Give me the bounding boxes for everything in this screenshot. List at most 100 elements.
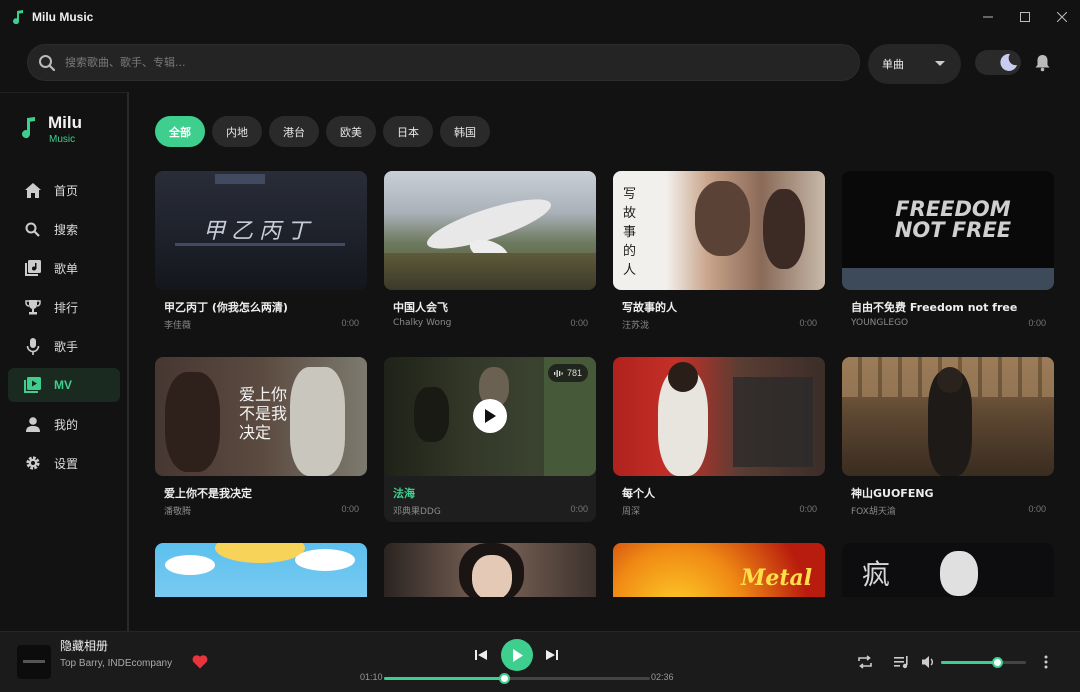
heart-icon[interactable] — [192, 654, 208, 669]
close-button[interactable] — [1043, 0, 1080, 34]
sidebar-item-playlist[interactable]: 歌单 — [8, 251, 120, 285]
view-count-badge: 781 — [547, 364, 588, 382]
mv-title[interactable]: 神山GUOFENG — [851, 485, 1051, 501]
sidebar-item-home[interactable]: 首页 — [8, 173, 120, 207]
maximize-icon — [1019, 12, 1030, 22]
play-button[interactable] — [501, 639, 533, 671]
mv-thumbnail[interactable]: 写故事的人 — [613, 171, 825, 290]
mv-thumbnail[interactable] — [384, 543, 596, 597]
thumbnail-caption: 写故事的人 — [623, 187, 637, 278]
mv-title[interactable]: 爱上你不是我决定 — [164, 485, 364, 501]
search-bar[interactable] — [27, 44, 860, 81]
mv-card[interactable]: 爱上你不是我决定 爱上你不是我决定 潘敬腾 0:00 — [155, 357, 367, 522]
search-type-select[interactable]: 单曲 — [868, 44, 961, 84]
mv-thumbnail[interactable] — [155, 543, 367, 597]
volume-icon[interactable] — [922, 654, 935, 670]
queue-icon[interactable] — [894, 654, 910, 670]
progress-bar[interactable] — [384, 673, 650, 684]
filter-chip-western[interactable]: 欧美 — [326, 116, 376, 147]
mv-card[interactable] — [155, 543, 367, 597]
user-icon — [25, 416, 40, 432]
progress-handle[interactable] — [498, 673, 510, 684]
sidebar-item-label: 歌手 — [54, 339, 79, 354]
filter-chip-mainland[interactable]: 内地 — [212, 116, 262, 147]
mv-artist[interactable]: 潘敬腾 — [164, 504, 191, 517]
sidebar: Milu Music 首页 搜索 歌单 排行 歌手 MV 我的 设置 — [0, 92, 127, 631]
mv-artist[interactable]: 汪苏泷 — [622, 318, 649, 331]
filter-chip-japan[interactable]: 日本 — [383, 116, 433, 147]
mv-thumbnail[interactable]: 甲乙丙丁 — [155, 171, 367, 290]
mv-title[interactable]: 法海 — [393, 485, 593, 501]
sidebar-item-mine[interactable]: 我的 — [8, 407, 120, 441]
sidebar-item-mv[interactable]: MV — [8, 368, 120, 402]
thumbnail-caption: 疯 — [862, 558, 891, 591]
brand: Milu Music — [20, 113, 82, 147]
maximize-button[interactable] — [1006, 0, 1043, 34]
mv-card[interactable] — [384, 543, 596, 597]
volume-slider[interactable] — [941, 657, 1026, 668]
mv-artist[interactable]: 周深 — [622, 504, 640, 517]
mv-thumbnail[interactable] — [842, 357, 1054, 476]
mv-thumbnail[interactable]: FREEDOM NOT FREE — [842, 171, 1054, 290]
sidebar-item-charts[interactable]: 排行 — [8, 290, 120, 324]
thumbnail-caption: Metal — [741, 565, 813, 591]
mv-thumbnail[interactable]: 781 — [384, 357, 596, 476]
thumbnail-caption: 甲乙丙丁 — [203, 219, 316, 244]
next-icon[interactable] — [546, 649, 558, 661]
filter-chip-hk-tw[interactable]: 港台 — [269, 116, 319, 147]
mv-duration: 0:00 — [341, 318, 359, 328]
mv-title[interactable]: 写故事的人 — [622, 299, 822, 315]
mv-title[interactable]: 每个人 — [622, 485, 822, 501]
repeat-icon[interactable] — [857, 654, 873, 670]
mv-card[interactable]: 写故事的人 写故事的人 汪苏泷 0:00 — [613, 171, 825, 336]
mv-card[interactable]: 甲乙丙丁 甲乙丙丁 (你我怎么两清) 李佳薇 0:00 — [155, 171, 367, 336]
sidebar-item-search[interactable]: 搜索 — [8, 212, 120, 246]
sidebar-item-settings[interactable]: 设置 — [8, 446, 120, 480]
mv-artist[interactable]: YOUNGLEGO — [851, 318, 908, 328]
previous-icon[interactable] — [475, 649, 487, 661]
sidebar-item-label: 歌单 — [54, 261, 79, 276]
more-icon[interactable] — [1038, 654, 1054, 670]
mv-thumbnail[interactable] — [384, 171, 596, 290]
mv-card[interactable]: 疯 — [842, 543, 1054, 597]
main-content: 全部 内地 港台 欧美 日本 韩国 甲乙丙丁 甲乙丙丁 (你我怎么两清) 李佳薇… — [129, 92, 1080, 597]
mv-card[interactable]: 中国人会飞 Chalky Wong 0:00 — [384, 171, 596, 336]
region-filter: 全部 内地 港台 欧美 日本 韩国 — [155, 116, 497, 147]
mv-card[interactable]: FREEDOM NOT FREE 自由不免费 Freedom not free … — [842, 171, 1054, 336]
minimize-icon — [982, 16, 993, 18]
mv-card[interactable]: Metal — [613, 543, 825, 597]
minimize-button[interactable] — [969, 0, 1006, 34]
now-playing-title[interactable]: 隐藏相册 — [60, 637, 108, 654]
mv-card[interactable]: 神山GUOFENG FOX胡天渝 0:00 — [842, 357, 1054, 522]
sidebar-item-label: MV — [54, 378, 72, 392]
volume-handle[interactable] — [992, 657, 1004, 668]
mv-thumbnail[interactable]: 疯 — [842, 543, 1054, 597]
mv-thumbnail[interactable] — [613, 357, 825, 476]
mv-thumbnail[interactable]: Metal — [613, 543, 825, 597]
play-overlay-button[interactable] — [473, 399, 507, 433]
mv-artist[interactable]: 邓典果DDG — [393, 504, 441, 517]
video-icon — [24, 377, 41, 393]
mv-artist[interactable]: Chalky Wong — [393, 318, 451, 328]
sidebar-item-artists[interactable]: 歌手 — [8, 329, 120, 363]
progress-fill — [384, 677, 504, 680]
mv-thumbnail[interactable]: 爱上你不是我决定 — [155, 357, 367, 476]
gear-icon — [25, 456, 40, 470]
filter-chip-all[interactable]: 全部 — [155, 116, 205, 147]
mv-title[interactable]: 自由不免费 Freedom not free — [851, 299, 1051, 315]
mv-card[interactable]: 781 法海 邓典果DDG 0:00 — [384, 357, 596, 522]
mv-title[interactable]: 中国人会飞 — [393, 299, 593, 315]
search-input[interactable] — [65, 56, 825, 69]
sidebar-item-label: 我的 — [54, 417, 79, 432]
mv-artist[interactable]: 李佳薇 — [164, 318, 191, 331]
now-playing-cover[interactable] — [17, 645, 51, 679]
mv-artist[interactable]: FOX胡天渝 — [851, 504, 896, 517]
filter-chip-korea[interactable]: 韩国 — [440, 116, 490, 147]
theme-toggle[interactable] — [975, 50, 1021, 75]
view-count: 781 — [566, 368, 582, 378]
mv-title[interactable]: 甲乙丙丁 (你我怎么两清) — [164, 299, 364, 315]
bell-icon[interactable] — [1034, 54, 1051, 72]
now-playing-artist[interactable]: Top Barry, INDEcompany — [60, 658, 172, 669]
mv-card[interactable]: 每个人 周深 0:00 — [613, 357, 825, 522]
mv-duration: 0:00 — [1028, 504, 1046, 514]
